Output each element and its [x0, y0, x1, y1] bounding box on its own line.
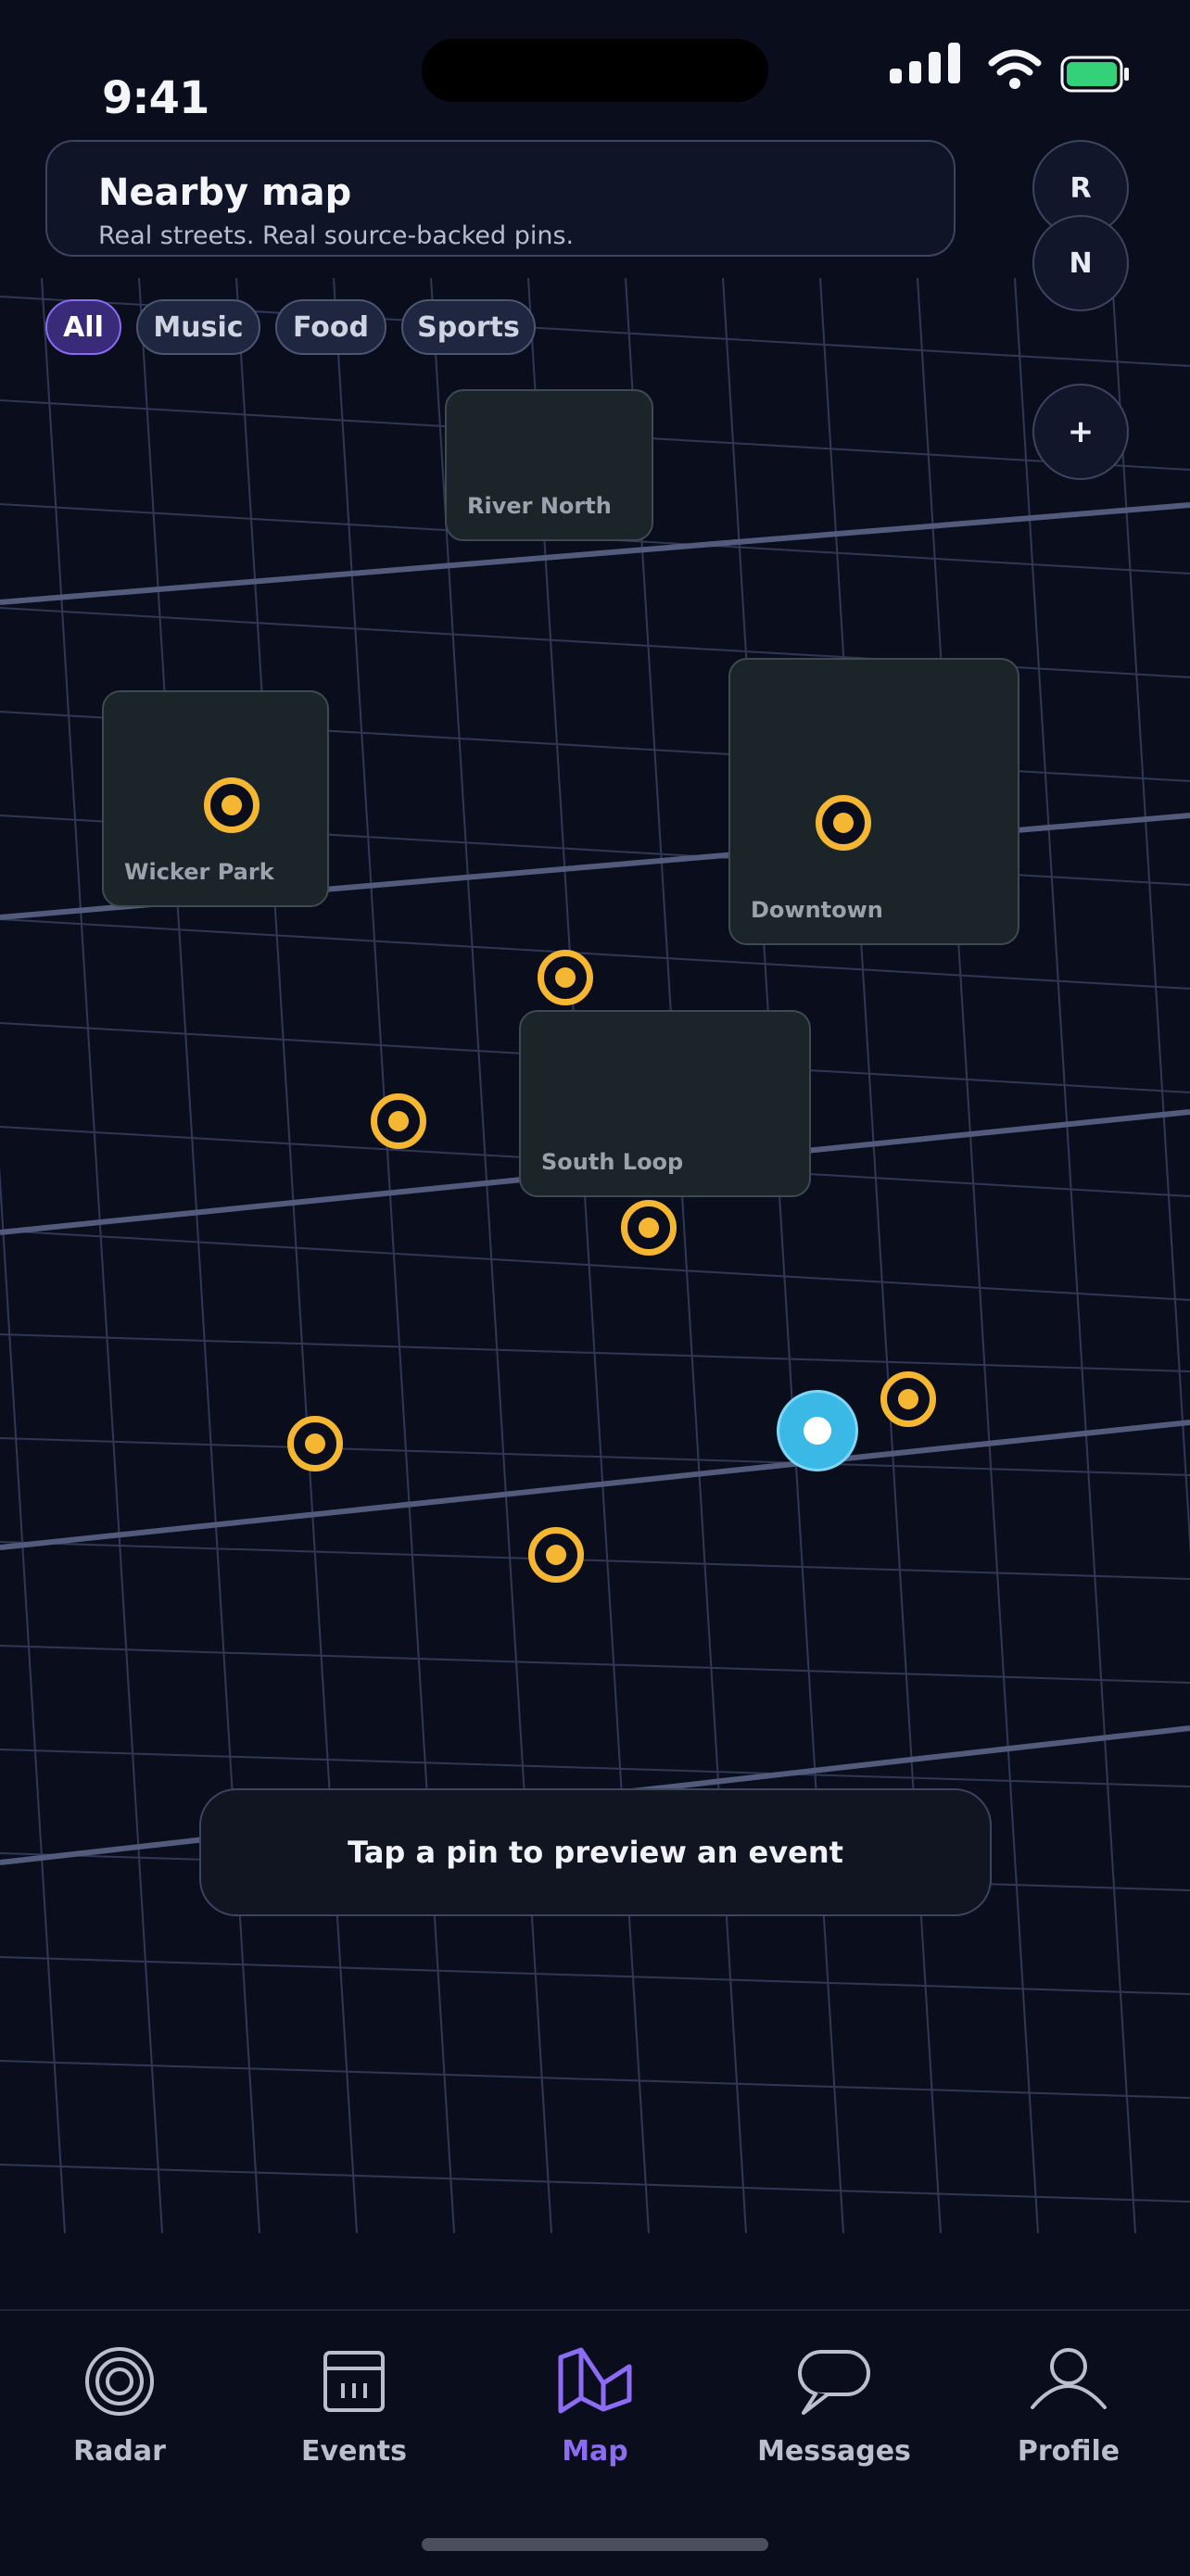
map-icon — [558, 2347, 632, 2414]
header-card: Nearby map Real streets. Real source-bac… — [45, 140, 956, 257]
pin-dot — [898, 1389, 918, 1409]
event-pin[interactable] — [204, 777, 260, 833]
event-pin[interactable] — [371, 1093, 426, 1149]
neighborhood-downtown: Downtown — [728, 658, 1019, 945]
neighborhood-south-loop: South Loop — [519, 1010, 811, 1197]
chat-bubble-icon — [798, 2350, 870, 2415]
pin-dot — [388, 1111, 409, 1131]
page-subtitle: Real streets. Real source-backed pins. — [98, 221, 575, 250]
tab-profile[interactable]: Profile — [967, 2344, 1171, 2483]
pin-dot — [639, 1218, 659, 1238]
event-pin[interactable] — [538, 950, 593, 1005]
filter-chip-music[interactable]: Music — [136, 299, 260, 355]
street-line — [430, 277, 552, 2234]
tab-events[interactable]: Events — [252, 2344, 456, 2483]
wifi-icon — [988, 49, 1042, 89]
map-street-grid[interactable] — [0, 0, 1190, 2574]
major-street-line — [0, 1420, 1190, 1550]
page-title: Nearby map — [98, 171, 352, 214]
neighborhood-label: Wicker Park — [124, 859, 274, 885]
north-button[interactable]: N — [1032, 215, 1129, 311]
pin-preview-hint: Tap a pin to preview an event — [199, 1788, 992, 1916]
tab-radar[interactable]: Radar — [18, 2344, 222, 2483]
street-line — [235, 277, 358, 2234]
street-line — [625, 277, 747, 2234]
street-line — [0, 1749, 1190, 1787]
radar-icon — [85, 2347, 154, 2416]
event-pin[interactable] — [528, 1527, 584, 1583]
street-line — [1014, 277, 1136, 2234]
pin-dot — [222, 795, 242, 815]
tab-messages[interactable]: Messages — [732, 2344, 936, 2483]
neighborhood-label: River North — [467, 493, 612, 519]
zoom-in-button[interactable]: + — [1032, 384, 1129, 480]
pin-dot — [305, 1433, 325, 1454]
street-line — [0, 1956, 1190, 1995]
event-pin[interactable] — [621, 1200, 677, 1256]
battery-icon — [1060, 56, 1129, 93]
street-line — [0, 1165, 66, 2234]
event-pin[interactable] — [880, 1371, 936, 1427]
user-location-dot — [804, 1417, 831, 1445]
tab-label: Profile — [1017, 2435, 1120, 2468]
user-location-marker — [777, 1390, 858, 1471]
home-indicator — [422, 2538, 768, 2551]
tab-label: Radar — [73, 2435, 166, 2468]
tab-label: Events — [301, 2435, 407, 2468]
status-time: 9:41 — [102, 72, 209, 124]
pin-dot — [555, 967, 576, 988]
neighborhood-label: Downtown — [751, 897, 883, 923]
street-line — [722, 277, 844, 2234]
event-pin[interactable] — [816, 795, 871, 851]
street-line — [138, 277, 260, 2234]
tab-label: Messages — [757, 2435, 911, 2468]
street-line — [917, 277, 1039, 2234]
neighborhood-label: South Loop — [541, 1149, 684, 1175]
tab-label: Map — [562, 2435, 628, 2468]
street-line — [0, 1645, 1190, 1684]
street-line — [819, 277, 942, 2234]
filter-chip-all[interactable]: All — [45, 299, 121, 355]
calendar-icon — [323, 2351, 385, 2412]
person-icon — [1031, 2348, 1107, 2409]
street-line — [0, 1230, 1190, 1301]
dynamic-island — [422, 39, 768, 102]
street-line — [0, 1541, 1190, 1580]
street-line — [41, 277, 163, 2234]
pin-dot — [833, 813, 854, 833]
event-pin[interactable] — [287, 1416, 343, 1471]
tab-map[interactable]: Map — [493, 2344, 697, 2483]
bottom-tab-bar: Radar Events Map Messages Profile — [0, 2309, 1190, 2576]
pin-dot — [546, 1545, 566, 1565]
filter-chip-food[interactable]: Food — [275, 299, 386, 355]
signal-icon — [890, 43, 960, 83]
street-line — [0, 2164, 1190, 2203]
street-line — [527, 277, 650, 2234]
filter-chip-sports[interactable]: Sports — [401, 299, 536, 355]
neighborhood-river-north: River North — [445, 389, 653, 541]
street-line — [0, 2060, 1190, 2099]
